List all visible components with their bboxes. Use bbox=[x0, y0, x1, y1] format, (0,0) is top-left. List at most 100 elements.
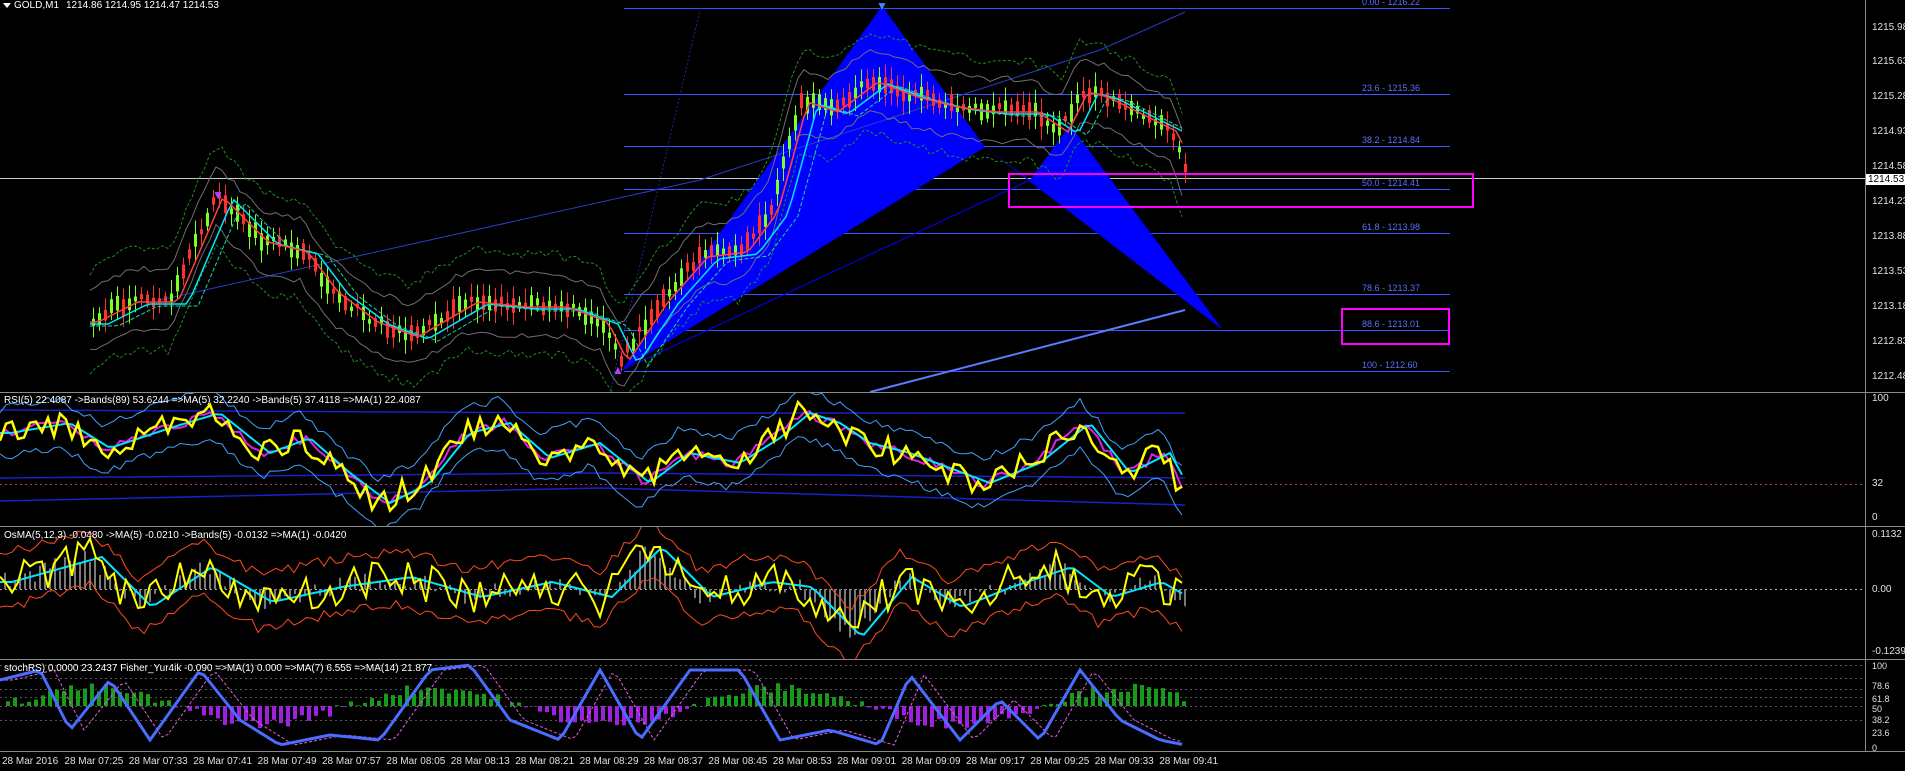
candle-body bbox=[584, 307, 587, 325]
fisher-bar-positive bbox=[475, 694, 479, 706]
price-chart-canvas[interactable] bbox=[0, 0, 1865, 392]
fractal-up-arrow-icon: ▲ bbox=[612, 363, 624, 377]
candle-body bbox=[230, 208, 233, 215]
osma-canvas[interactable] bbox=[0, 527, 1865, 659]
prz-highlight-box-88 bbox=[1341, 308, 1450, 345]
fisher-bar-positive bbox=[146, 694, 150, 706]
rsi-band-upper bbox=[0, 409, 1185, 414]
main-price-pane[interactable]: GOLD,M1 1214.86 1214.95 1214.47 1214.53 … bbox=[0, 0, 1865, 392]
fisher-bar-negative bbox=[293, 706, 297, 720]
osma-histogram-bar bbox=[1164, 589, 1166, 591]
candle-body bbox=[224, 195, 227, 213]
candle-body bbox=[1172, 133, 1175, 141]
fisher-bar-positive bbox=[839, 696, 843, 706]
candle-body bbox=[998, 103, 1001, 110]
osma-histogram-bar bbox=[364, 573, 366, 589]
fisher-bar-positive bbox=[692, 703, 696, 706]
trend-line bbox=[159, 11, 1186, 301]
fisher-bar-positive bbox=[398, 695, 402, 706]
rsi-pane[interactable]: RSI(5) 22.4087 ->Bands(89) 53.6244 =>MA(… bbox=[0, 393, 1865, 526]
fisher-bar-positive bbox=[1175, 692, 1179, 706]
candle-body bbox=[428, 319, 431, 326]
candle-body bbox=[860, 81, 863, 88]
osma-histogram-bar bbox=[79, 562, 81, 589]
osma-histogram-bar bbox=[804, 589, 806, 600]
fisher-bar-positive bbox=[1070, 693, 1074, 706]
osma-histogram-bar bbox=[979, 589, 981, 592]
stoch-tick-label: 0 bbox=[1872, 743, 1878, 753]
candle-body bbox=[458, 296, 461, 312]
fisher-bar-positive bbox=[349, 701, 353, 706]
osma-histogram-bar bbox=[1114, 589, 1116, 593]
candle-body bbox=[206, 212, 209, 227]
mt4-chart-window[interactable]: GOLD,M1 1214.86 1214.95 1214.47 1214.53 … bbox=[0, 0, 1905, 771]
dropdown-triangle-icon[interactable] bbox=[3, 3, 11, 8]
time-tick-label: 28 Mar 07:57 bbox=[322, 756, 381, 767]
candle-body bbox=[956, 107, 959, 113]
fisher-bar-negative bbox=[524, 706, 528, 708]
fib-level-label: 61.8 - 1213.98 bbox=[1362, 222, 1421, 232]
osma-line bbox=[0, 536, 1183, 629]
fisher-bar-positive bbox=[468, 691, 472, 706]
candle-body bbox=[1178, 147, 1181, 153]
fisher-bar-negative bbox=[300, 706, 304, 716]
fisher-bar-positive bbox=[734, 695, 738, 706]
candle-body bbox=[758, 215, 761, 233]
osma-histogram-bar bbox=[714, 589, 716, 590]
osma-histogram-bar bbox=[964, 589, 966, 596]
osma-histogram-bar bbox=[529, 589, 531, 590]
fisher-bar-negative bbox=[615, 706, 619, 726]
candle-body bbox=[536, 298, 539, 306]
band-lower bbox=[89, 110, 1183, 387]
moving-average-fast bbox=[90, 82, 1183, 361]
osma-histogram-bar bbox=[769, 589, 771, 592]
candle-body bbox=[1118, 93, 1121, 109]
candle-body bbox=[614, 343, 617, 350]
candle-body bbox=[866, 78, 869, 89]
fisher-bar-negative bbox=[307, 706, 311, 721]
osma-histogram-bar bbox=[969, 589, 971, 603]
osma-histogram-bar bbox=[1129, 589, 1131, 590]
candle-body bbox=[134, 296, 137, 302]
fisher-bar-negative bbox=[643, 706, 647, 725]
price-tick-label: 1213.18 bbox=[1872, 301, 1905, 312]
fisher-bar-positive bbox=[41, 695, 45, 706]
candle-body bbox=[764, 214, 767, 227]
fisher-bar-negative bbox=[587, 706, 591, 723]
osma-histogram-bar bbox=[724, 589, 726, 590]
fisher-bar-negative bbox=[867, 706, 871, 708]
osma-histogram-bar bbox=[784, 589, 786, 593]
time-tick-label: 28 Mar 08:53 bbox=[772, 756, 832, 767]
fisher-bar-negative bbox=[930, 706, 934, 728]
candle-body bbox=[200, 229, 203, 235]
osma-pane[interactable]: OsMA(5,12,3) -0.0480 ->MA(5) -0.0210 ->B… bbox=[0, 527, 1865, 659]
stoch-pane[interactable]: stochRS) 0.0000 23.2437 Fisher_Yur4ik -0… bbox=[0, 660, 1865, 751]
candle-body bbox=[776, 179, 779, 195]
candle-body bbox=[848, 92, 851, 108]
fisher-bar-positive bbox=[1049, 703, 1053, 706]
candle-body bbox=[470, 296, 473, 302]
symbol-title: GOLD,M1 bbox=[14, 0, 60, 11]
candle-body bbox=[788, 135, 791, 150]
fisher-bar-negative bbox=[188, 706, 192, 711]
fisher-bar-negative bbox=[538, 706, 542, 712]
candle-body bbox=[1046, 120, 1049, 126]
candle-body bbox=[296, 244, 299, 259]
osma-histogram-bar bbox=[39, 565, 41, 589]
fisher-bar-negative bbox=[314, 706, 318, 716]
time-axis[interactable]: 28 Mar 2016 28 Mar 07:25 28 Mar 07:33 28 Ma… bbox=[0, 752, 1865, 771]
osma-histogram-bar bbox=[484, 588, 486, 590]
time-tick-label: 28 Mar 09:25 bbox=[1030, 756, 1090, 767]
fisher-bar-negative bbox=[223, 706, 227, 725]
osma-histogram-bar bbox=[799, 579, 801, 589]
fisher-bar-negative bbox=[874, 706, 878, 710]
rsi-canvas[interactable] bbox=[0, 393, 1865, 526]
envelope-upper bbox=[89, 33, 1183, 304]
stoch-tick-label: 78.6 bbox=[1872, 681, 1890, 691]
fisher-bar-positive bbox=[1042, 704, 1046, 706]
fisher-bar-positive bbox=[363, 702, 367, 706]
fisher-bar-positive bbox=[706, 697, 710, 706]
time-tick-label: 28 Mar 08:21 bbox=[515, 756, 575, 767]
fisher-bar-negative bbox=[216, 706, 220, 719]
stoch-tick-label: 23.6 bbox=[1872, 728, 1890, 738]
